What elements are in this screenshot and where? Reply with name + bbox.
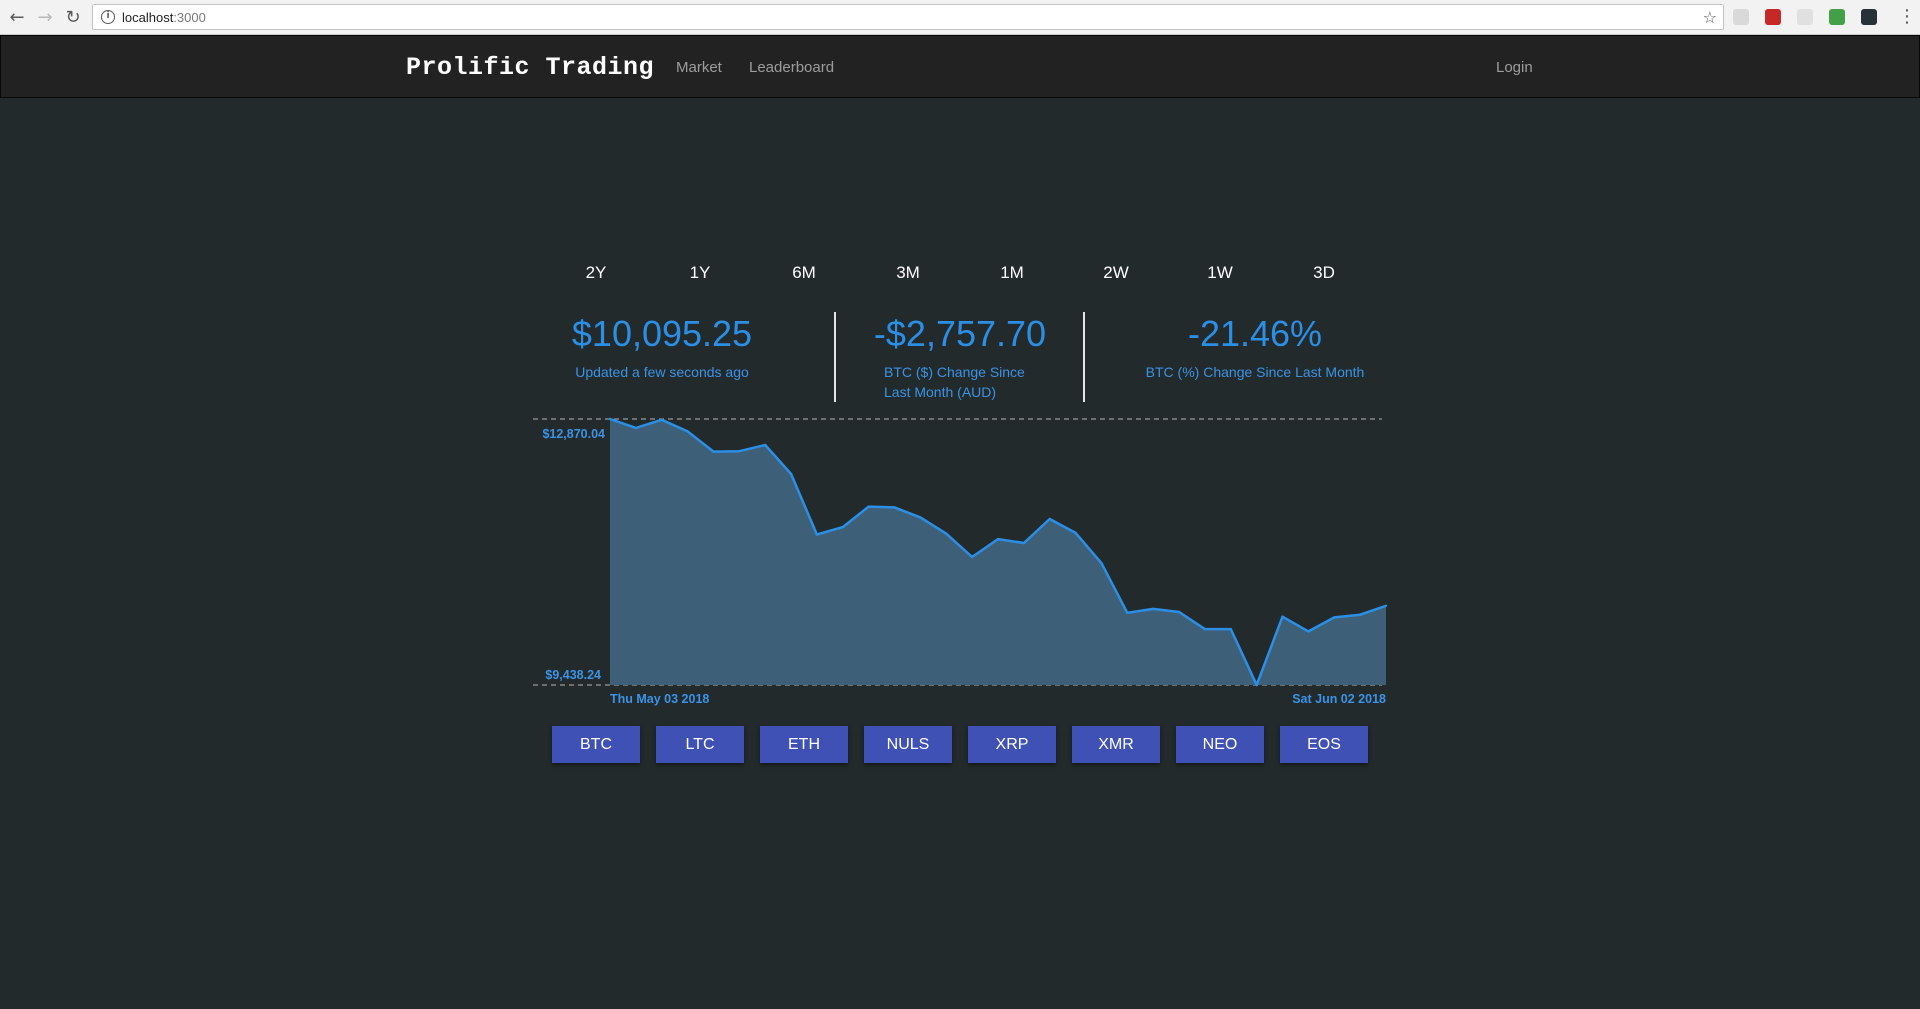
- min-price-label: $9,438.24: [545, 668, 601, 682]
- period-tab[interactable]: 1Y: [648, 263, 752, 283]
- coin-button-neo[interactable]: NEO: [1176, 726, 1264, 763]
- coin-button-ltc[interactable]: LTC: [656, 726, 744, 763]
- period-tab[interactable]: 6M: [752, 263, 856, 283]
- app-navbar: Prolific Trading Market Leaderboard Logi…: [0, 35, 1920, 98]
- current-price: $10,095.25: [571, 313, 753, 354]
- browser-menu-icon[interactable]: ⋮: [1898, 6, 1916, 28]
- coin-button-eth[interactable]: ETH: [760, 726, 848, 763]
- price-point: [815, 533, 819, 536]
- price-point: [1074, 531, 1077, 535]
- reload-icon[interactable]: ↻: [62, 6, 84, 28]
- price-point: [867, 505, 870, 508]
- price-point: [1281, 615, 1284, 618]
- price-point: [1307, 630, 1310, 633]
- price-point: [1358, 613, 1362, 616]
- price-point: [1126, 611, 1129, 614]
- nav-market[interactable]: Market: [676, 59, 722, 76]
- max-price-label: $12,870.04: [542, 427, 605, 441]
- price-point: [1048, 517, 1051, 521]
- forward-icon[interactable]: →: [34, 6, 56, 28]
- coin-button-nuls[interactable]: NULS: [864, 726, 952, 763]
- price-point: [686, 430, 689, 433]
- extension-icon[interactable]: [1861, 9, 1877, 25]
- price-point: [764, 443, 767, 447]
- site-info-icon[interactable]: i: [101, 10, 115, 24]
- price-point: [1333, 616, 1336, 619]
- stat-divider: [834, 312, 836, 402]
- period-tab[interactable]: 1M: [960, 263, 1064, 283]
- extension-icon[interactable]: [1797, 9, 1813, 25]
- price-point: [1022, 541, 1026, 545]
- change-absolute-label: BTC ($) Change Since Last Month (AUD): [884, 364, 1025, 400]
- coin-button-btc[interactable]: BTC: [552, 726, 640, 763]
- period-tab[interactable]: 3M: [856, 263, 960, 283]
- address-bar[interactable]: i localhost:3000 ☆: [92, 4, 1724, 30]
- change-percent: -21.46%: [1187, 313, 1323, 354]
- browser-toolbar: ← → ↻ i localhost:3000 ☆ ⋮: [0, 0, 1920, 35]
- price-point: [893, 506, 896, 509]
- back-icon[interactable]: ←: [6, 6, 28, 28]
- price-point: [789, 472, 793, 476]
- price-updated-label: Updated a few seconds ago: [575, 364, 749, 380]
- coin-button-xmr[interactable]: XMR: [1072, 726, 1160, 763]
- nav-leaderboard[interactable]: Leaderboard: [749, 59, 834, 76]
- price-point: [608, 417, 612, 421]
- price-line: [609, 417, 1387, 687]
- price-point: [712, 450, 715, 453]
- price-point: [970, 555, 974, 559]
- coin-button-eos[interactable]: EOS: [1280, 726, 1368, 763]
- bookmark-star-icon[interactable]: ☆: [1703, 8, 1717, 27]
- period-tab[interactable]: 1W: [1168, 263, 1272, 283]
- extension-icon[interactable]: [1765, 9, 1781, 25]
- price-point: [1384, 604, 1388, 607]
- url-text: localhost:3000: [122, 9, 206, 25]
- price-area: [610, 419, 1386, 685]
- price-point: [738, 450, 741, 453]
- price-point: [841, 525, 844, 529]
- change-percent-label: BTC (%) Change Since Last Month: [1145, 364, 1365, 380]
- nav-login[interactable]: Login: [1496, 59, 1533, 76]
- stat-divider: [1083, 312, 1085, 402]
- coin-button-xrp[interactable]: XRP: [968, 726, 1056, 763]
- price-point: [945, 532, 948, 535]
- price-point: [1229, 627, 1233, 631]
- price-point: [919, 516, 922, 519]
- brand-logo[interactable]: Prolific Trading: [406, 53, 654, 82]
- price-point: [1177, 610, 1181, 614]
- period-tab[interactable]: 2Y: [544, 263, 648, 283]
- price-point: [660, 418, 663, 421]
- price-point: [996, 537, 1000, 541]
- price-point: [1255, 683, 1258, 687]
- price-chart: $12,870.04 $9,438.24 Thu May 03 2018 Sat…: [533, 417, 1388, 706]
- start-date-label: Thu May 03 2018: [610, 692, 709, 706]
- period-tab[interactable]: 2W: [1064, 263, 1168, 283]
- change-absolute: -$2,757.70: [873, 313, 1047, 354]
- extension-icon[interactable]: [1733, 9, 1749, 25]
- period-tab[interactable]: 3D: [1272, 263, 1376, 283]
- price-point: [634, 426, 638, 430]
- price-point: [1100, 562, 1103, 565]
- price-point: [1152, 607, 1155, 611]
- extension-icon[interactable]: [1829, 9, 1845, 25]
- price-point: [1203, 627, 1207, 631]
- end-date-label: Sat Jun 02 2018: [1292, 692, 1386, 706]
